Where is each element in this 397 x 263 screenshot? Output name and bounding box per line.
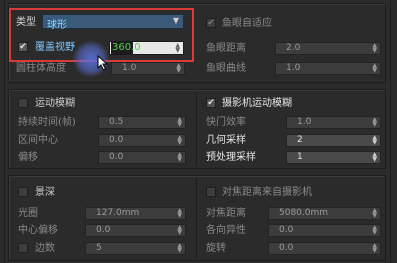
sides-checkbox[interactable] [18, 243, 28, 253]
geometry-samples-value: 2 [297, 135, 303, 145]
focus-distance-value: 5080.0mm [279, 208, 329, 218]
anisotropy-label: 各向异性 [206, 225, 246, 236]
camera-motion-blur-title: 摄影机运动模糊 [222, 98, 292, 109]
focus-distance-label: 对焦距离 [206, 208, 246, 219]
center-bias-label: 中心偏移 [18, 225, 58, 236]
cylinder-height-label: 圆柱体高度 [16, 63, 66, 74]
bias-input[interactable]: 0.0 ▲ ▼ [98, 151, 186, 164]
camera-motion-blur-checkbox[interactable]: ✔ [206, 98, 216, 108]
spinner-arrows-icon[interactable]: ▲ ▼ [177, 243, 182, 254]
spinner-arrows-icon[interactable]: ▲ ▼ [372, 152, 377, 163]
center-bias-input[interactable]: 0.0 ▲ ▼ [85, 224, 186, 237]
sides-input[interactable]: 5 ▲ ▼ [85, 242, 186, 255]
duration-input[interactable]: 0.5 ▲ ▼ [98, 116, 186, 129]
duration-value: 0.5 [109, 117, 124, 127]
focus-distance-input[interactable]: 5080.0mm ▲ ▼ [268, 207, 381, 220]
fisheye-dist-value: 2.0 [286, 43, 301, 53]
prepass-samples-value: 1 [297, 152, 303, 162]
shutter-efficiency-input[interactable]: 1.0 ▲ ▼ [286, 116, 381, 129]
spinner-arrows-icon[interactable]: ▲ ▼ [372, 225, 377, 236]
motion-blur-divider [196, 92, 197, 166]
fisheye-dist-input[interactable]: 2.0 ▲ ▼ [275, 42, 381, 55]
focus-from-camera-label: 对焦距离来自摄影机 [222, 187, 312, 198]
shutter-efficiency-value: 1.0 [297, 117, 312, 127]
center-bias-value: 0.0 [96, 225, 111, 235]
spinner-arrows-icon[interactable]: ▲ ▼ [177, 152, 182, 163]
fisheye-auto-label: 鱼眼自适应 [222, 18, 272, 29]
interval-center-label: 区间中心 [18, 135, 58, 146]
geometry-samples-input[interactable]: 2 ▲ ▼ [286, 134, 381, 147]
panel-right-border [390, 0, 391, 263]
fisheye-curve-input[interactable]: 1.0 ▲ ▼ [275, 62, 381, 75]
spinner-arrows-icon[interactable]: ▲ ▼ [177, 117, 182, 128]
duration-label: 持续时间(帧) [18, 117, 76, 128]
anisotropy-input[interactable]: 0.0 ▲ ▼ [268, 224, 381, 237]
spinner-arrows-icon[interactable]: ▲ ▼ [372, 208, 377, 219]
focus-from-camera-checkbox[interactable] [206, 187, 216, 197]
spinner-arrows-icon[interactable]: ▲ ▼ [372, 117, 377, 128]
prepass-samples-label: 预处理采样 [206, 152, 256, 163]
aperture-value: 127.0mm [96, 208, 140, 218]
spinner-arrows-icon[interactable]: ▲ ▼ [372, 43, 377, 54]
sides-value: 5 [96, 243, 102, 253]
aperture-label: 光圈 [18, 208, 38, 219]
fisheye-curve-label: 鱼眼曲线 [206, 63, 246, 74]
panel-left-border [4, 0, 5, 263]
spinner-arrows-icon[interactable]: ▲ ▼ [176, 63, 181, 74]
cylinder-height-input[interactable]: 1.0 ▲ ▼ [111, 62, 185, 75]
dof-divider [196, 178, 197, 258]
motion-blur-checkbox[interactable] [18, 98, 28, 108]
rotation-label: 旋转 [206, 243, 226, 254]
bias-value: 0.0 [109, 152, 124, 162]
bias-label: 偏移 [18, 152, 38, 163]
interval-center-input[interactable]: 0.0 ▲ ▼ [98, 134, 186, 147]
motion-blur-title: 运动模糊 [35, 98, 75, 109]
spinner-arrows-icon[interactable]: ▲ ▼ [177, 208, 182, 219]
shutter-efficiency-label: 快门效率 [206, 117, 246, 128]
interval-center-value: 0.0 [109, 135, 124, 145]
spinner-arrows-icon[interactable]: ▲ ▼ [372, 243, 377, 254]
geometry-samples-label: 几何采样 [206, 135, 246, 146]
mouse-pointer-icon [97, 55, 109, 71]
rotation-value: 0.0 [279, 243, 294, 253]
prepass-samples-input[interactable]: 1 ▲ ▼ [286, 151, 381, 164]
dof-title: 景深 [35, 187, 55, 198]
sides-label: 边数 [35, 243, 55, 254]
spinner-arrows-icon[interactable]: ▲ ▼ [372, 135, 377, 146]
dof-checkbox[interactable] [18, 187, 28, 197]
aperture-input[interactable]: 127.0mm ▲ ▼ [85, 207, 186, 220]
fisheye-curve-value: 1.0 [286, 63, 301, 73]
spinner-arrows-icon[interactable]: ▲ ▼ [177, 225, 182, 236]
anisotropy-value: 0.0 [279, 225, 294, 235]
cylinder-height-value: 1.0 [122, 63, 137, 73]
fisheye-dist-label: 鱼眼距离 [206, 43, 246, 54]
spinner-arrows-icon[interactable]: ▲ ▼ [177, 135, 182, 146]
spinner-arrows-icon[interactable]: ▲ ▼ [372, 63, 377, 74]
fisheye-auto-checkbox[interactable]: ✔ [206, 18, 216, 28]
rotation-input[interactable]: 0.0 ▲ ▼ [268, 242, 381, 255]
